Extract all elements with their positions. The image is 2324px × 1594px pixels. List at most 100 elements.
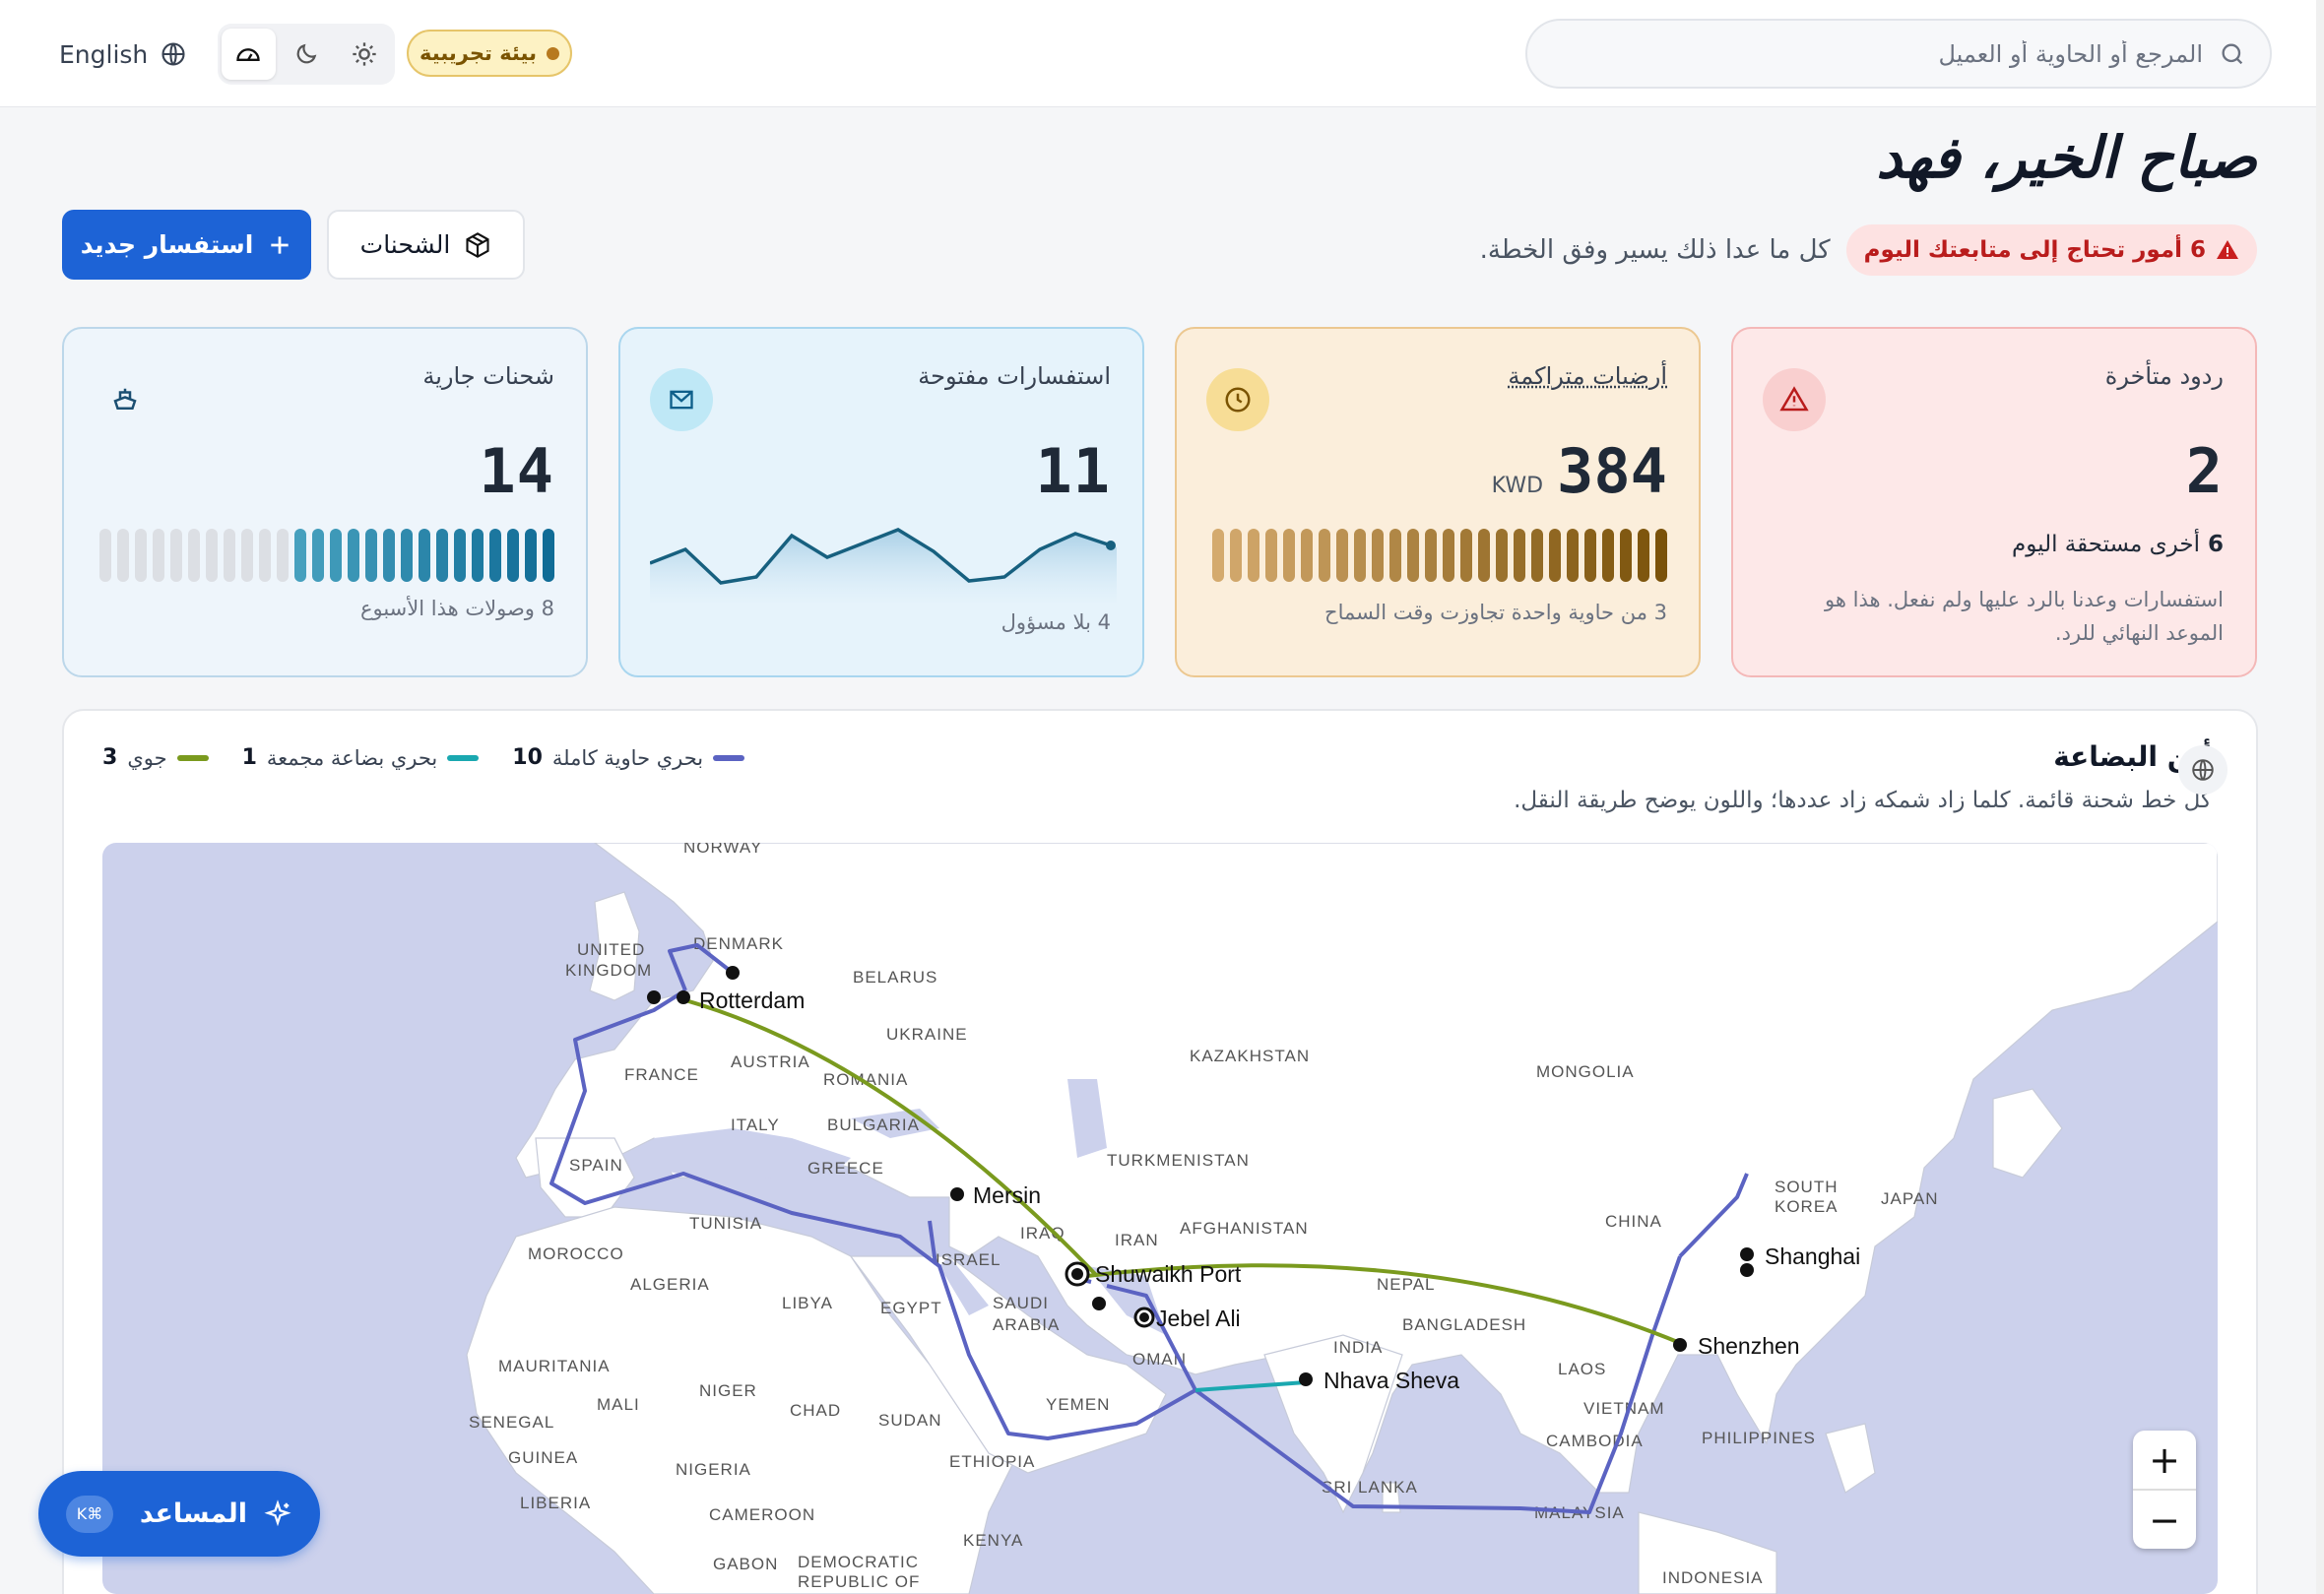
country-label: REPUBLIC OF	[798, 1572, 920, 1591]
country-label: ITALY	[731, 1116, 780, 1134]
shipment-bar	[170, 529, 182, 582]
port-dot[interactable]	[1092, 1297, 1106, 1310]
search-input[interactable]	[1592, 39, 2203, 68]
late-sub-count: 6	[2207, 532, 2224, 557]
demurrage-amount: 384 KWD	[1492, 435, 1667, 507]
port-dot[interactable]	[1740, 1247, 1754, 1261]
language-label: English	[59, 39, 149, 69]
warning-icon	[2217, 240, 2238, 259]
country-label: DEMOCRATIC	[798, 1553, 919, 1571]
country-label: BANGLADESH	[1402, 1315, 1526, 1334]
inquiries-foot: 4 بلا مسؤول	[1001, 610, 1111, 634]
legend-label: بحري بضاعة مجمعة	[266, 745, 438, 770]
map-subtitle: كل خط شحنة قائمة. كلما زاد شمكه زاد عدده…	[1514, 788, 2212, 813]
card-title: ردود متأخرة	[2104, 362, 2224, 390]
port-dot[interactable]	[1673, 1338, 1687, 1352]
demurrage-bar	[1425, 529, 1437, 582]
demurrage-bar	[1460, 529, 1472, 582]
country-label: VIETNAM	[1583, 1399, 1665, 1418]
country-label: LAOS	[1558, 1360, 1606, 1378]
globe-icon	[2192, 759, 2214, 781]
country-label: LIBYA	[782, 1294, 833, 1312]
demurrage-bar	[1248, 529, 1259, 582]
open-inquiries-card[interactable]: استفسارات مفتوحة 11 4 بلا مسؤول	[618, 327, 1144, 677]
country-label: JAPAN	[1881, 1189, 1939, 1208]
card-title: استفسارات مفتوحة	[918, 362, 1111, 390]
demurrage-card[interactable]: أرضيات متراكمة 384 KWD 3 من حاوية واحدة …	[1175, 327, 1701, 677]
demurrage-bar	[1549, 529, 1561, 582]
alert-pill[interactable]: 6 أمور تحتاج إلى متابعتك اليوم	[1845, 224, 2257, 276]
theme-dark-button[interactable]	[280, 29, 334, 80]
alert-text: 6 أمور تحتاج إلى متابعتك اليوم	[1863, 237, 2206, 263]
port-dot[interactable]	[1139, 1312, 1149, 1322]
shipment-bar	[294, 529, 306, 582]
new-inquiry-button[interactable]: استفسار جديد	[62, 210, 311, 280]
shipment-bar	[401, 529, 413, 582]
demurrage-bar	[1265, 529, 1277, 582]
late-sub-label: أخرى مستحقة اليوم	[2012, 532, 2200, 557]
port-dot[interactable]	[1740, 1263, 1754, 1277]
country-label: AUSTRIA	[731, 1052, 810, 1071]
shipment-map[interactable]: NORWAY UNITED KINGDOM DENMARK BELARUS UK…	[102, 843, 2218, 1594]
demurrage-bar	[1319, 529, 1330, 582]
search-box[interactable]	[1525, 19, 2272, 89]
inquiries-sparkline	[650, 528, 1117, 603]
theme-auto-button[interactable]	[222, 29, 276, 80]
country-label: GREECE	[807, 1159, 884, 1178]
assistant-button[interactable]: المساعد ⌘K	[38, 1471, 320, 1557]
active-shipments-card[interactable]: شحنات جارية 14 8 وصولات هذا الأسبوع	[62, 327, 588, 677]
shipments-foot: 8 وصولات هذا الأسبوع	[359, 597, 554, 620]
country-label: SOUTH	[1775, 1178, 1839, 1196]
shipment-bar	[489, 529, 501, 582]
shipments-button[interactable]: الشحنات	[327, 210, 525, 280]
shipments-bars	[99, 529, 554, 582]
demurrage-bar	[1301, 529, 1313, 582]
port-dot[interactable]	[677, 990, 690, 1004]
country-label: MOROCCO	[528, 1244, 624, 1263]
active-shipments-value: 14	[479, 435, 554, 507]
port-label: Mersin	[973, 1182, 1041, 1208]
demurrage-bar	[1443, 529, 1454, 582]
shipment-bar	[241, 529, 253, 582]
sun-icon	[353, 42, 376, 66]
page-title: صباح الخير، فهد	[1876, 124, 2257, 191]
alert-row: 6 أمور تحتاج إلى متابعتك اليوم كل ما عدا…	[1480, 224, 2257, 276]
alert-triangle-icon	[1763, 368, 1826, 431]
country-label: ETHIOPIA	[949, 1452, 1035, 1471]
shipment-bar	[436, 529, 448, 582]
country-label: UKRAINE	[886, 1025, 968, 1044]
country-label: KENYA	[963, 1531, 1023, 1550]
legend-swatch	[447, 754, 480, 761]
page-scrollbar[interactable]	[2316, 0, 2324, 1594]
shipment-bar	[454, 529, 466, 582]
port-dot[interactable]	[1071, 1268, 1083, 1280]
port-dot[interactable]	[647, 990, 661, 1004]
port-dot[interactable]	[950, 1187, 964, 1201]
zoom-in-button[interactable]: +	[2133, 1431, 2196, 1491]
demurrage-bar	[1230, 529, 1242, 582]
port-dot[interactable]	[1299, 1372, 1313, 1386]
country-label: PHILIPPINES	[1702, 1429, 1816, 1447]
demurrage-bar	[1602, 529, 1614, 582]
zoom-out-button[interactable]: −	[2133, 1491, 2196, 1549]
theme-switcher	[218, 24, 395, 85]
legend-sea-lcl: 1 بحري بضاعة مجمعة	[242, 745, 480, 770]
late-replies-card[interactable]: ردود متأخرة 2 6 أخرى مستحقة اليوم استفسا…	[1731, 327, 2257, 677]
demurrage-bar	[1478, 529, 1490, 582]
country-label: SUDAN	[878, 1411, 942, 1430]
ship-icon	[94, 368, 157, 431]
shipment-bar	[507, 529, 519, 582]
late-sub: 6 أخرى مستحقة اليوم	[2012, 532, 2224, 557]
gauge-icon	[236, 48, 260, 61]
country-label: CHAD	[790, 1401, 841, 1420]
port-dot[interactable]	[726, 966, 740, 980]
shipment-bar	[206, 529, 218, 582]
language-switcher[interactable]: English	[59, 30, 187, 79]
demurrage-foot: 3 من حاوية واحدة تجاوزت وقت السماح	[1324, 601, 1667, 624]
status-summary: كل ما عدا ذلك يسير وفق الخطة.	[1479, 235, 1831, 265]
map-globe-button[interactable]	[2178, 745, 2227, 795]
demurrage-bar	[1496, 529, 1508, 582]
theme-light-button[interactable]	[337, 29, 391, 80]
demurrage-bar	[1567, 529, 1579, 582]
legend-swatch	[176, 754, 209, 761]
